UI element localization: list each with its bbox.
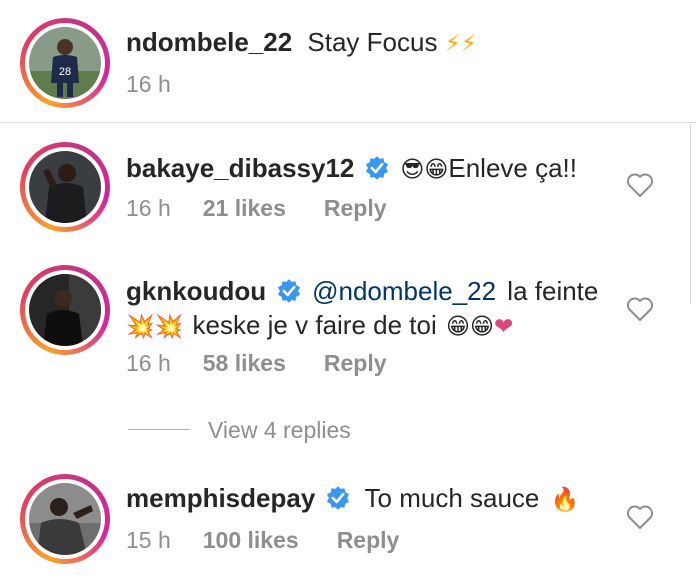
- comment-line: memphisdepay To much sauce 🔥: [126, 482, 579, 515]
- fire-emoji: 🔥: [550, 486, 580, 512]
- caption-text: Stay Focus: [307, 27, 438, 57]
- comment-meta: 16 h 58 likes Reply: [126, 349, 387, 377]
- comment-time: 16 h: [126, 350, 171, 376]
- likes-count[interactable]: 100 likes: [203, 526, 299, 554]
- avatar-bakaye[interactable]: [20, 142, 110, 232]
- verified-badge-icon: [327, 486, 350, 510]
- comment-username[interactable]: bakaye_dibassy12: [126, 153, 354, 183]
- reply-button[interactable]: Reply: [324, 194, 387, 222]
- cool-grin-emoji: 😎😁: [400, 156, 449, 182]
- grin-emoji: 😁😁: [445, 313, 494, 339]
- post-caption: 28 ndombele_22 Stay Focus ⚡⚡ 16 h: [0, 0, 696, 123]
- view-replies-label: View 4 replies: [208, 417, 351, 443]
- comment-time: 15 h: [126, 527, 171, 553]
- avatar-photo: [29, 274, 101, 346]
- mention-link[interactable]: @ndombele_22: [312, 276, 496, 306]
- comment-line-1: gknkoudou @ndombele_22 la feinte: [126, 275, 598, 307]
- comment-text-2: keske je v faire de toi: [192, 310, 437, 340]
- heart-outline-icon[interactable]: [626, 296, 654, 322]
- avatar-memphisdepay[interactable]: [20, 474, 110, 564]
- comment-meta: 16 h 21 likes Reply: [126, 194, 387, 222]
- caption-meta: 16 h: [126, 70, 171, 98]
- caption-time: 16 h: [126, 71, 171, 97]
- comment-time: 16 h: [126, 195, 171, 221]
- scrollbar-track: [690, 124, 691, 304]
- avatar-photo: [29, 151, 101, 223]
- comment-username[interactable]: gknkoudou: [126, 276, 266, 306]
- collision-emoji: 💥💥: [126, 313, 184, 339]
- comment-text: Enleve ça!!: [448, 153, 577, 183]
- caption-username[interactable]: ndombele_22: [126, 27, 292, 57]
- svg-text:28: 28: [59, 66, 71, 78]
- likes-count[interactable]: 21 likes: [203, 194, 286, 222]
- reply-button[interactable]: Reply: [324, 349, 387, 377]
- avatar-ndombele[interactable]: 28: [20, 18, 110, 108]
- avatar-photo: [29, 483, 101, 555]
- heart-outline-icon[interactable]: [626, 504, 654, 530]
- caption-line: ndombele_22 Stay Focus ⚡⚡: [126, 26, 477, 59]
- lightning-emoji: ⚡⚡: [444, 30, 478, 56]
- reply-button[interactable]: Reply: [337, 526, 400, 554]
- comment-line-2: 💥💥 keske je v faire de toi 😁😁❤: [126, 309, 513, 342]
- pink-heart-emoji: ❤: [493, 313, 514, 339]
- comment-text: la feinte: [507, 276, 599, 306]
- heart-outline-icon[interactable]: [626, 172, 654, 198]
- avatar-gknkoudou[interactable]: [20, 265, 110, 355]
- comment-meta: 15 h 100 likes Reply: [126, 526, 399, 554]
- likes-count[interactable]: 58 likes: [203, 349, 286, 377]
- comment-username[interactable]: memphisdepay: [126, 483, 315, 513]
- avatar-photo: 28: [29, 27, 101, 99]
- verified-badge-icon: [366, 156, 389, 180]
- comment-text: To much sauce: [364, 483, 540, 513]
- replies-divider-line: [128, 429, 190, 430]
- verified-badge-icon: [278, 279, 301, 303]
- comment-line: bakaye_dibassy12 😎😁Enleve ça!!: [126, 152, 577, 185]
